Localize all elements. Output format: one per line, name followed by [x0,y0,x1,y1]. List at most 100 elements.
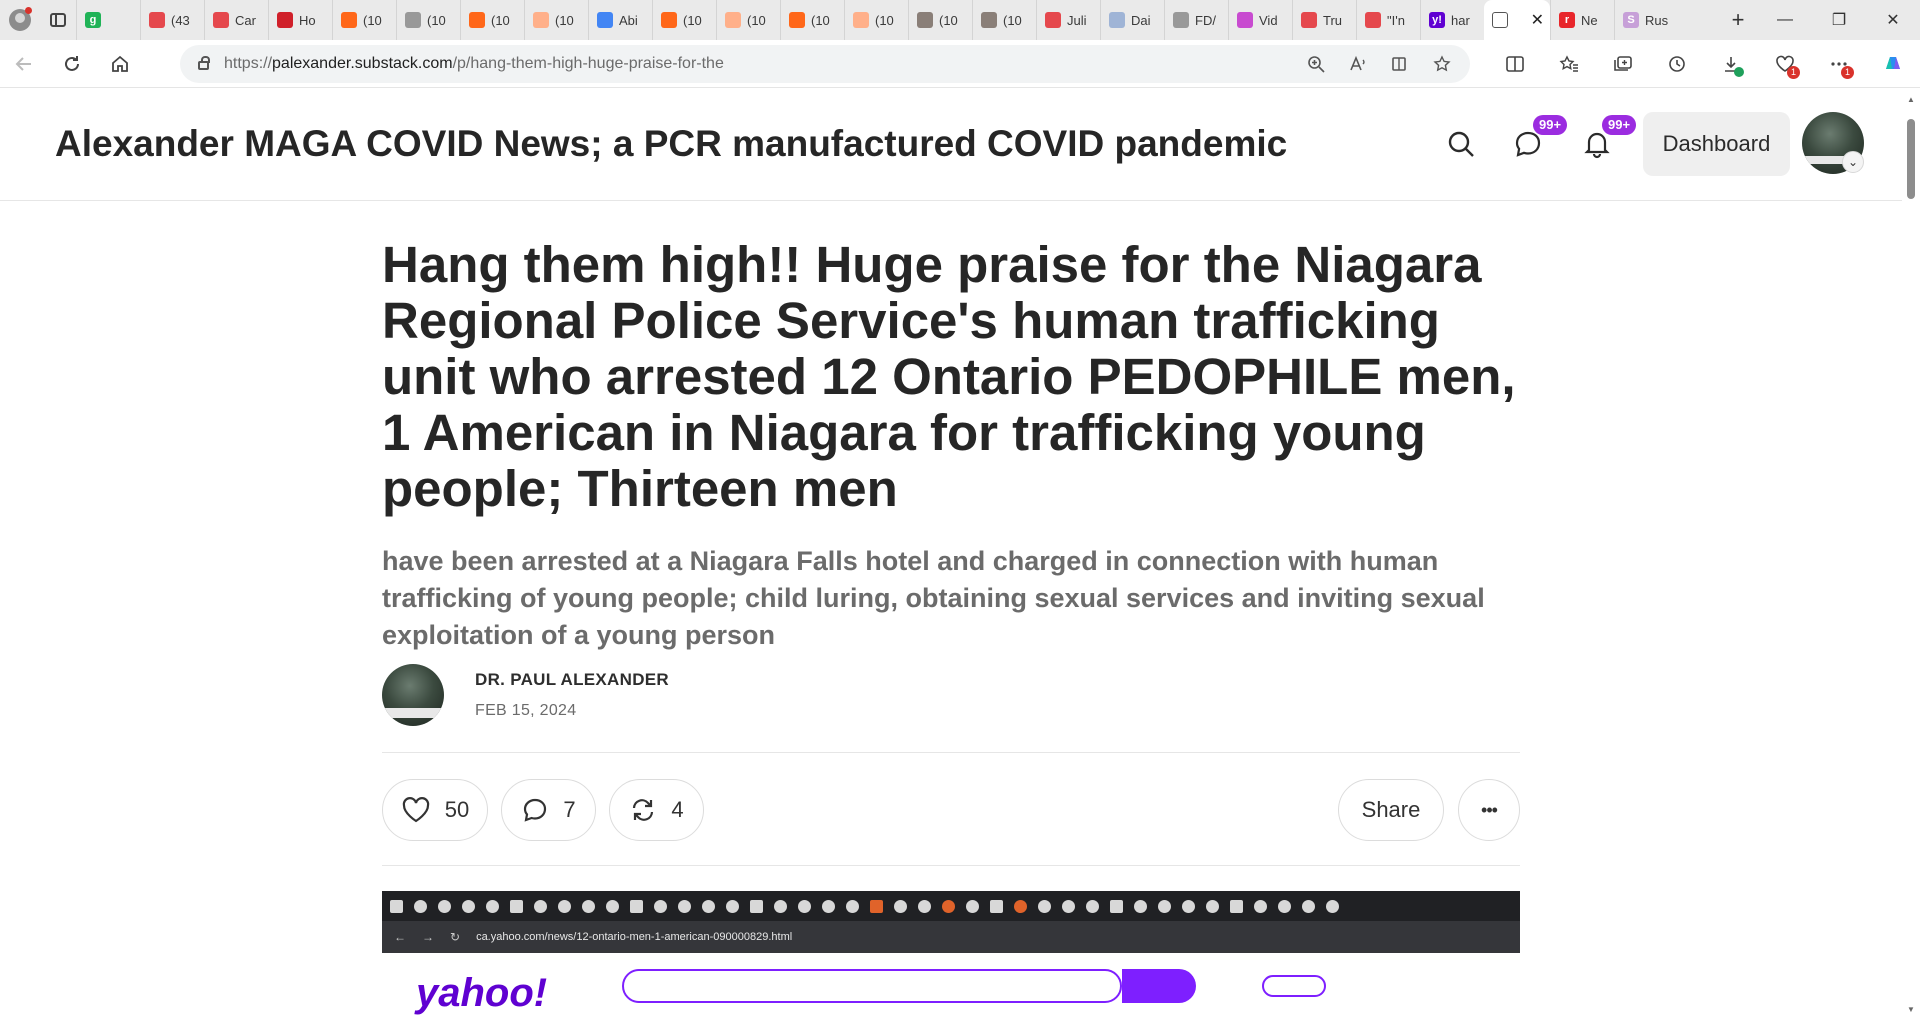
tab-actions-icon[interactable] [40,0,76,40]
tab-list: g (43 Car Ho (10 (10 (10 (10 Abi (10 (10 (10 (10 (10 (… [76,0,1718,40]
read-aloud-icon[interactable] [1340,46,1376,82]
notifications-button[interactable]: 99+ [1574,115,1637,167]
browser-tab[interactable]: g [76,0,140,40]
tab-title: Rus [1645,12,1669,28]
browser-tab[interactable]: (10 [972,0,1036,40]
browser-tab[interactable]: "I'n [1356,0,1420,40]
embedded-tab-icon [846,899,859,913]
browser-tab[interactable]: r Ne [1550,0,1614,40]
home-button[interactable] [96,40,144,88]
favorites-icon[interactable] [1542,40,1596,88]
scroll-up-icon[interactable]: ▲ [1907,95,1915,104]
browser-tab[interactable]: (10 [396,0,460,40]
back-button[interactable] [0,40,48,88]
tab-title: (10 [427,12,446,28]
embedded-tab-icon [1158,899,1171,913]
copilot-icon[interactable] [1866,40,1920,88]
tab-close-icon[interactable]: ✕ [1531,10,1544,30]
embedded-tab-icon [438,899,451,913]
collections-icon[interactable] [1596,40,1650,88]
url-text[interactable]: https://palexander.substack.com/p/hang-t… [224,55,724,73]
browser-tab[interactable]: (10 [908,0,972,40]
browser-tab[interactable]: (10 [716,0,780,40]
browser-tab[interactable]: y! har [1420,0,1484,40]
post-date: FEB 15, 2024 [475,702,577,719]
author-name[interactable]: DR. PAUL ALEXANDER [475,670,669,690]
tab-title: (10 [491,12,510,28]
embedded-tab-icon [798,899,811,913]
chevron-down-icon[interactable]: ⌄ [1842,151,1864,173]
window-controls: — ❐ ✕ [1758,0,1920,40]
embedded-url: ca.yahoo.com/news/12-ontario-men-1-ameri… [476,931,793,943]
address-bar-actions [1298,46,1470,82]
tab-title: Vid [1259,12,1278,28]
chat-badge: 99+ [1533,115,1568,135]
history-icon[interactable] [1650,40,1704,88]
browser-tab[interactable]: (10 [524,0,588,40]
browser-tab[interactable]: S Rus [1614,0,1678,40]
tab-favicon-icon: g [85,12,101,28]
tab-favicon-icon [213,12,229,28]
page-scrollbar[interactable]: ▲ ▼ [1902,89,1920,1020]
address-bar[interactable]: https://palexander.substack.com/p/hang-t… [180,44,1470,83]
chat-button[interactable]: 99+ [1505,115,1568,167]
browser-tab[interactable]: Tru [1292,0,1356,40]
active-tab[interactable]: ✕ [1484,0,1550,40]
embedded-tab-icon [1278,899,1291,913]
tab-title: (10 [1003,12,1022,28]
browser-tab[interactable]: (10 [460,0,524,40]
more-options-button[interactable]: ••• [1458,779,1520,841]
tab-favicon-icon [597,12,613,28]
embedded-screenshot[interactable]: ← → ↻ ca.yahoo.com/news/12-ontario-men-1-a… [382,891,1520,1020]
restore-button[interactable]: ❐ [1812,0,1866,40]
tab-title: (43 [171,12,190,28]
scroll-down-icon[interactable]: ▼ [1907,1005,1915,1014]
browser-tab[interactable]: Juli [1036,0,1100,40]
browser-essentials-icon[interactable]: 1 [1758,40,1812,88]
browser-tab[interactable]: (10 [844,0,908,40]
browser-tab[interactable]: (43 [140,0,204,40]
like-button[interactable]: 50 [382,779,488,841]
favorite-star-icon[interactable] [1424,46,1460,82]
tab-favicon-icon: y! [1429,12,1445,28]
browser-tab[interactable]: (10 [332,0,396,40]
lock-icon[interactable] [194,55,212,73]
restack-count: 4 [671,797,684,822]
restack-button[interactable]: 4 [609,779,704,841]
embedded-tab-icon [582,899,595,913]
comment-count: 7 [563,797,576,822]
downloads-icon[interactable] [1704,40,1758,88]
zoom-icon[interactable] [1298,46,1334,82]
tab-favicon-icon: S [1623,12,1639,28]
browser-tab[interactable]: Vid [1228,0,1292,40]
comment-button[interactable]: 7 [501,779,596,841]
browser-tab[interactable]: Car [204,0,268,40]
minimize-button[interactable]: — [1758,0,1812,40]
publication-title[interactable]: Alexander MAGA COVID News; a PCR manufac… [55,123,1287,165]
browser-tab[interactable]: Abi [588,0,652,40]
tab-title: Abi [619,12,638,28]
dashboard-button[interactable]: Dashboard [1643,112,1790,176]
embedded-tab-icon [1038,899,1051,913]
immersive-reader-icon[interactable] [1382,46,1418,82]
embedded-tab-icon [1326,899,1339,913]
scrollbar-thumb[interactable] [1907,119,1915,199]
search-button[interactable] [1438,121,1484,167]
tab-title: "I'n [1387,12,1405,28]
new-tab-button[interactable]: + [1718,0,1758,40]
tab-favicon-icon [853,12,869,28]
browser-tab[interactable]: Ho [268,0,332,40]
share-button[interactable]: Share [1338,779,1444,841]
settings-menu-icon[interactable]: 1 [1812,40,1866,88]
browser-tab[interactable]: Dai [1100,0,1164,40]
refresh-button[interactable] [48,40,96,88]
close-window-button[interactable]: ✕ [1866,0,1920,40]
split-screen-icon[interactable] [1488,40,1542,88]
embedded-tab-icon [510,899,523,913]
profile-icon[interactable] [0,0,40,40]
browser-tab[interactable]: (10 [652,0,716,40]
browser-tab[interactable]: FD/ [1164,0,1228,40]
author-avatar[interactable] [382,664,444,726]
tab-title: FD/ [1195,12,1216,28]
browser-tab[interactable]: (10 [780,0,844,40]
